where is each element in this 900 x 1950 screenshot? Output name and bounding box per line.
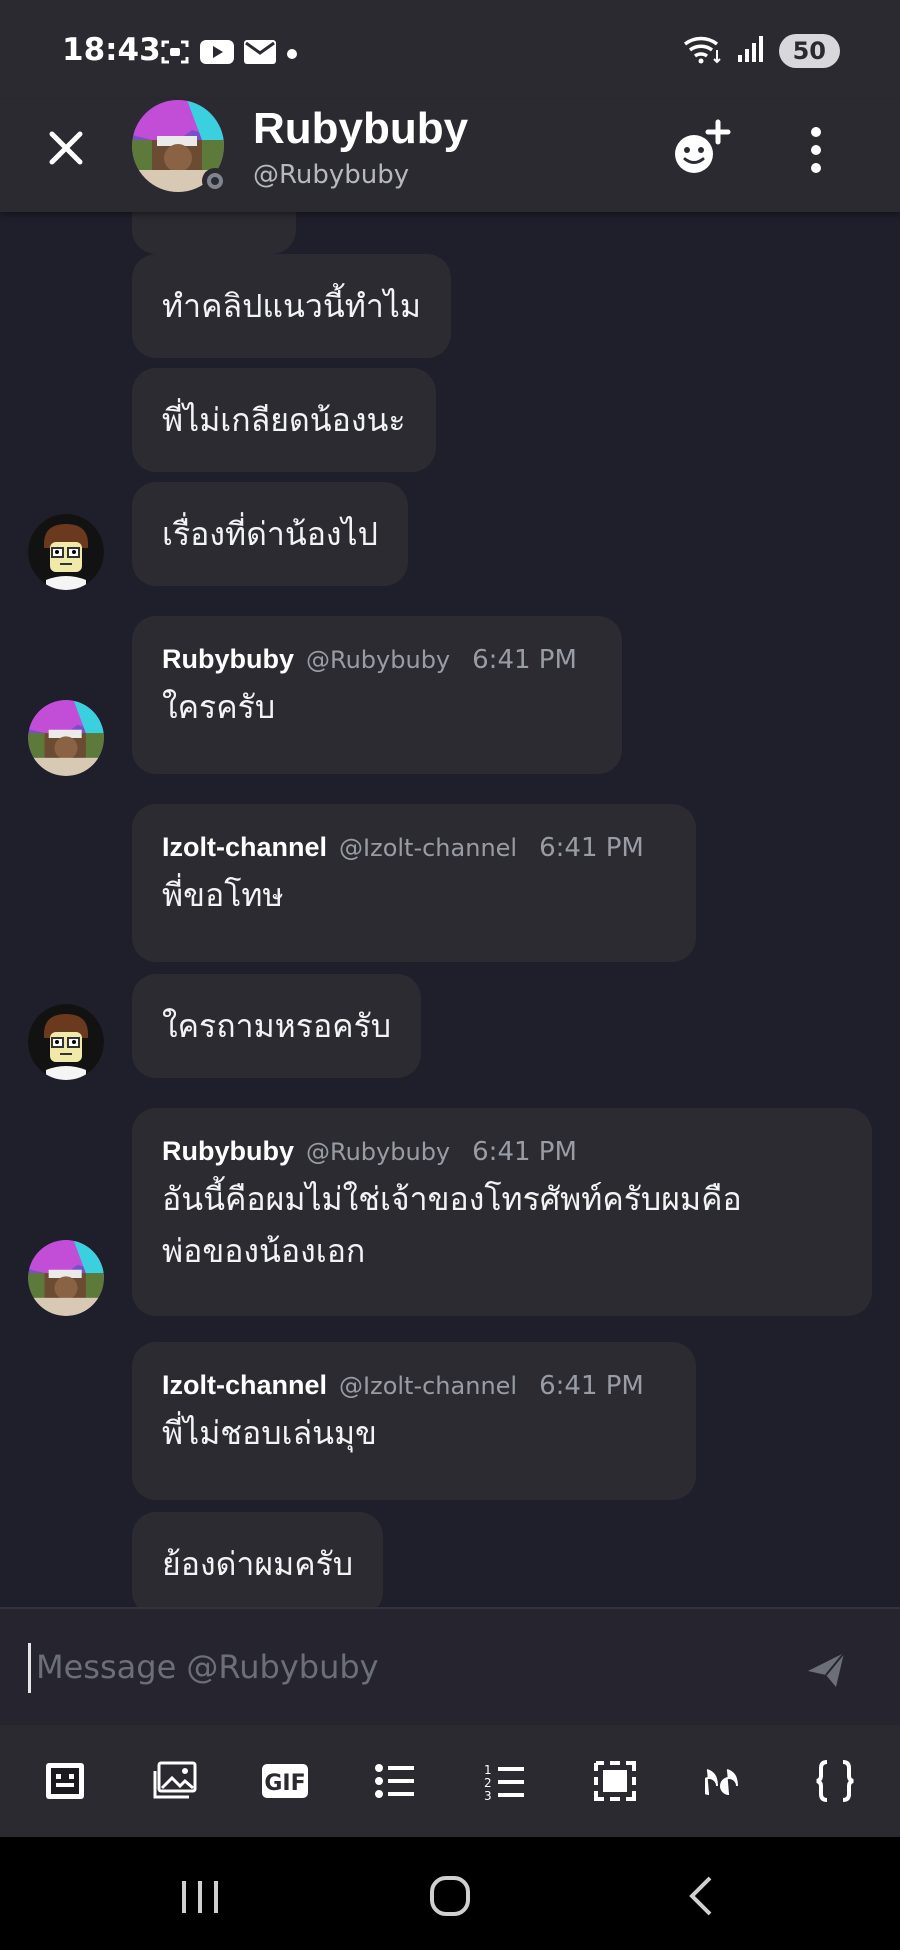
close-button[interactable] <box>40 122 92 174</box>
message-text: พี่ขอโทษ <box>162 876 284 914</box>
gif-button[interactable]: GIF <box>257 1753 313 1809</box>
message-text: พี่ไม่ชอบเล่นมุข <box>162 1414 377 1452</box>
message-timestamp: 6:41 PM <box>539 1371 644 1401</box>
home-button[interactable] <box>420 1869 480 1923</box>
bullet-list-button[interactable] <box>367 1753 423 1809</box>
message-bubble[interactable]: Izolt-channel @Izolt-channel 6:41 PM พี่… <box>132 1342 696 1500</box>
message-handle: @Rubybuby <box>306 646 451 674</box>
emoji-icon <box>46 1763 84 1799</box>
message-text: เรื่องที่ด่าน้องไป <box>162 515 378 553</box>
message-author[interactable]: Rubybuby <box>162 1136 294 1167</box>
message-bubble[interactable]: ใครถามหรอครับ <box>132 974 422 1078</box>
message-composer <box>0 1607 900 1725</box>
message-text: ย้องด่าผมครับ <box>162 1545 354 1583</box>
dm-header: Rubybuby @Rubybuby <box>0 100 900 212</box>
user-avatar-rubybuby[interactable] <box>28 700 104 776</box>
gif-icon: GIF <box>262 1764 308 1798</box>
svg-text:GIF: GIF <box>264 1771 305 1796</box>
send-icon <box>808 1652 845 1687</box>
screenshot-icon <box>160 38 190 70</box>
code-block-button[interactable] <box>807 1753 863 1809</box>
spoiler-icon <box>594 1761 636 1801</box>
message-timestamp: 6:41 PM <box>472 645 577 675</box>
mail-icon <box>244 39 276 69</box>
svg-text:3: 3 <box>484 1789 492 1801</box>
add-friend-icon <box>675 119 731 173</box>
message-author[interactable]: Izolt-channel <box>162 1370 327 1401</box>
add-friend-button[interactable] <box>670 118 732 180</box>
message-meta: Rubybuby @Rubybuby 6:41 PM <box>162 1136 842 1167</box>
header-name[interactable]: Rubybuby <box>253 104 468 154</box>
more-options-button[interactable] <box>790 122 842 178</box>
svg-text:1: 1 <box>484 1763 492 1777</box>
emoji-button[interactable] <box>37 1753 93 1809</box>
message-meta: Izolt-channel @Izolt-channel 6:41 PM <box>162 832 666 863</box>
message-text-line-1: อันนี้คือผมไม่ใช่เจ้าของโทรศัพท์ครับผมคื… <box>162 1180 742 1218</box>
message-text: พี่ไม่เกลียดน้องนะ <box>162 401 406 439</box>
notification-icons <box>160 38 298 70</box>
message-bubble[interactable]: Izolt-channel @Izolt-channel 6:41 PM พี่… <box>132 804 696 962</box>
recent-apps-button[interactable] <box>170 1869 230 1923</box>
home-icon <box>430 1876 470 1916</box>
message-timestamp: 6:41 PM <box>539 833 644 863</box>
quote-icon <box>705 1769 738 1795</box>
formatting-toolbar: GIF 123 <box>0 1725 900 1837</box>
signal-icon <box>737 35 765 67</box>
message-author[interactable]: Izolt-channel <box>162 832 327 863</box>
message-bubble[interactable]: เรื่องที่ด่าน้องไป <box>132 482 408 586</box>
status-bar: 18:43 50 <box>0 0 900 100</box>
message-meta: Izolt-channel @Izolt-channel 6:41 PM <box>162 1370 666 1401</box>
message-bubble[interactable]: ทำคลิปแนวนี้ทำไม <box>132 254 451 358</box>
back-button[interactable] <box>672 1869 732 1923</box>
spoiler-button[interactable] <box>587 1753 643 1809</box>
numbered-list-button[interactable]: 123 <box>477 1753 533 1809</box>
recent-apps-icon <box>182 1881 218 1913</box>
message-text: ใครถามหรอครับ <box>162 1007 392 1045</box>
message-bubble[interactable]: ย้องด่าผมครับ <box>132 1512 384 1607</box>
youtube-icon <box>200 39 234 69</box>
status-right: 50 <box>683 34 840 68</box>
presence-indicator <box>202 168 228 194</box>
message-meta: Rubybuby @Rubybuby 6:41 PM <box>162 644 592 675</box>
header-handle: @Rubybuby <box>253 160 410 190</box>
wifi-icon <box>683 34 723 68</box>
message-bubble[interactable]: พี่ไม่เกลียดน้องนะ <box>132 368 436 472</box>
message-timestamp: 6:41 PM <box>472 1137 577 1167</box>
message-handle: @Rubybuby <box>306 1138 451 1166</box>
message-list[interactable]: ทำคลิปแนวนี้ทำไม พี่ไม่เกลียดน้องนะ เรื่… <box>0 212 900 1607</box>
message-bubble[interactable]: Rubybuby @Rubybuby 6:41 PM อันนี้คือผมไม… <box>132 1108 872 1316</box>
user-avatar-izolt[interactable] <box>28 514 104 590</box>
image-button[interactable] <box>147 1753 203 1809</box>
image-icon <box>153 1761 197 1799</box>
numbered-list-icon: 123 <box>484 1763 524 1801</box>
more-vertical-icon <box>811 127 821 173</box>
message-handle: @Izolt-channel <box>339 834 518 862</box>
message-text: ทำคลิปแนวนี้ทำไม <box>162 287 421 325</box>
message-handle: @Izolt-channel <box>339 1372 518 1400</box>
message-bubble[interactable]: Rubybuby @Rubybuby 6:41 PM ใครครับ <box>132 616 622 774</box>
message-text-line-2: พ่อของน้องเอก <box>162 1232 366 1270</box>
system-navigation-bar <box>0 1837 900 1950</box>
send-button[interactable] <box>806 1649 846 1689</box>
dot-icon <box>286 45 298 64</box>
quote-button[interactable] <box>697 1753 753 1809</box>
user-avatar-rubybuby[interactable] <box>28 1240 104 1316</box>
bullet-list-icon <box>375 1764 414 1798</box>
close-icon <box>49 131 83 165</box>
message-input[interactable] <box>36 1637 736 1697</box>
message-author[interactable]: Rubybuby <box>162 644 294 675</box>
message-text: ใครครับ <box>162 688 276 726</box>
back-icon <box>689 1876 712 1916</box>
svg-text:2: 2 <box>484 1776 492 1790</box>
status-time: 18:43 <box>62 32 161 68</box>
code-block-icon <box>816 1760 854 1802</box>
battery-indicator: 50 <box>778 34 840 68</box>
message-bubble-partial[interactable] <box>132 212 296 254</box>
user-avatar-izolt[interactable] <box>28 1004 104 1080</box>
text-cursor <box>28 1643 31 1693</box>
